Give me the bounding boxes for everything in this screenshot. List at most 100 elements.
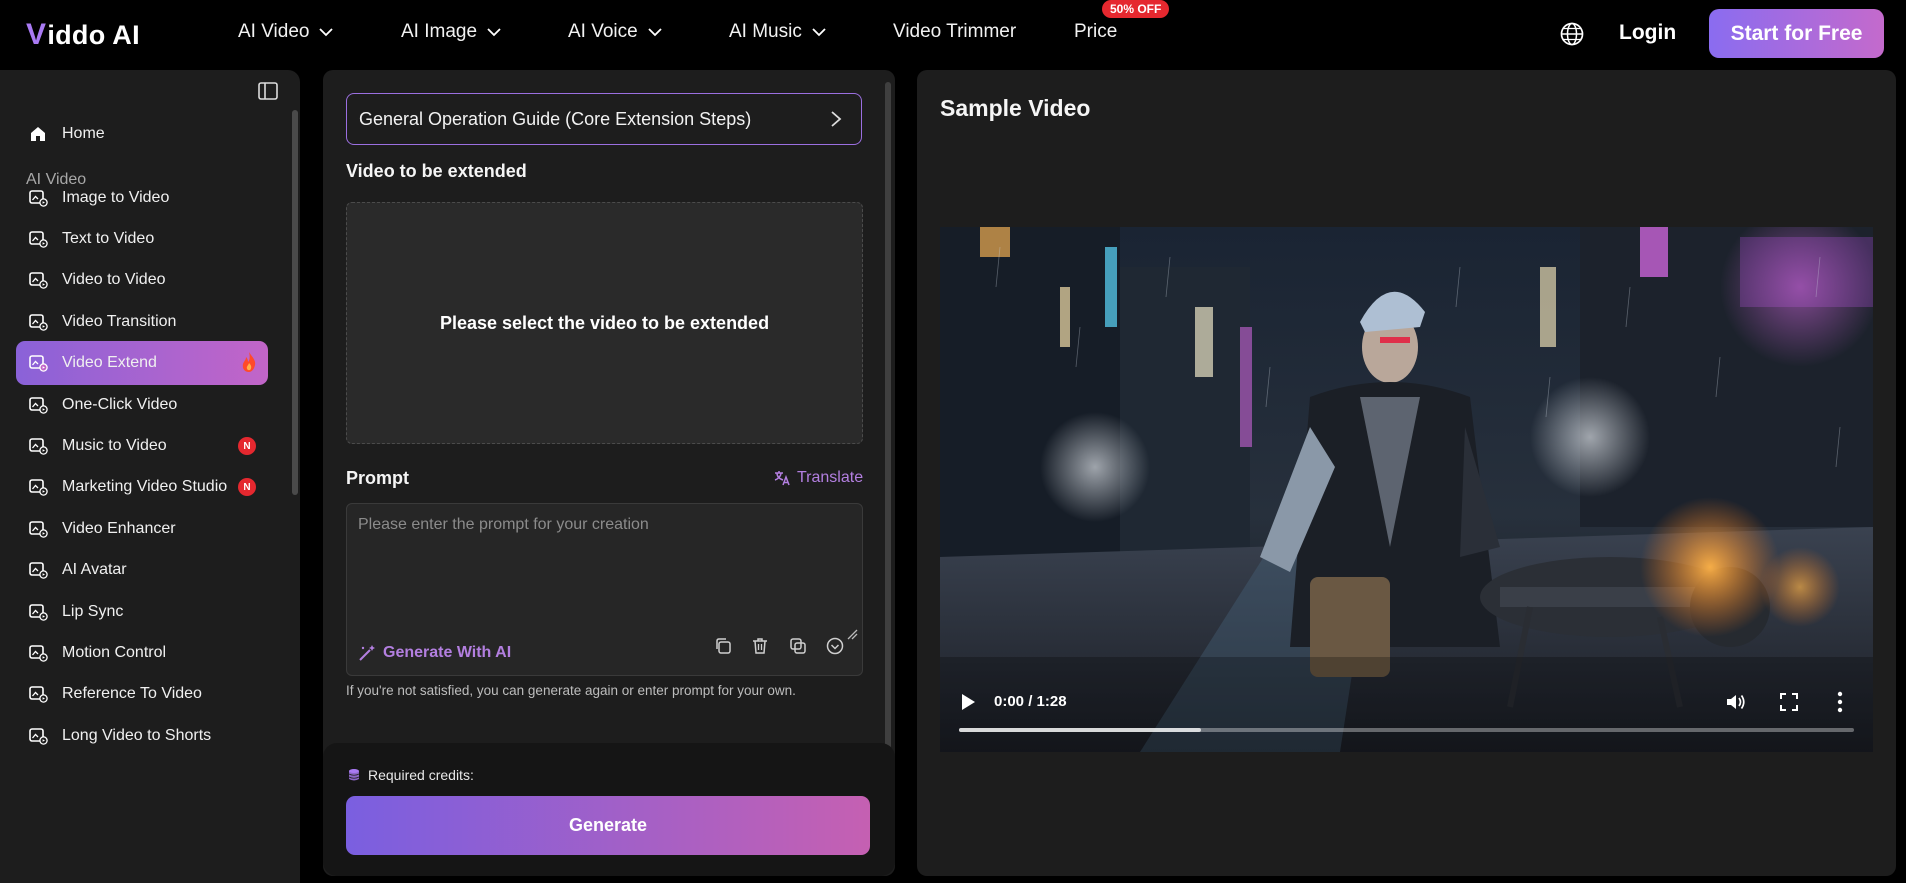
operation-guide-link[interactable]: General Operation Guide (Core Extension … bbox=[346, 93, 862, 145]
nav-ai-voice[interactable]: AI Voice bbox=[568, 21, 664, 43]
image-video-icon bbox=[29, 190, 48, 207]
play-icon[interactable] bbox=[960, 693, 976, 711]
nav-ai-music[interactable]: AI Music bbox=[729, 21, 828, 43]
top-navigation: V iddo AI AI Video AI Image AI Voice AI … bbox=[0, 0, 1906, 68]
upload-prompt: Please select the video to be extended bbox=[439, 312, 770, 333]
nav-ai-image[interactable]: AI Image bbox=[401, 21, 503, 43]
sidebar-item-label: Video Transition bbox=[62, 313, 177, 330]
nav-label: AI Music bbox=[729, 21, 802, 42]
nav-price[interactable]: Price bbox=[1074, 21, 1117, 43]
sidebar-item-label: Music to Video bbox=[62, 437, 167, 454]
nav-video-trimmer[interactable]: Video Trimmer bbox=[893, 21, 1016, 43]
duplicate-icon[interactable] bbox=[788, 636, 808, 656]
video-controls: 0:00 / 1:28 bbox=[940, 673, 1873, 752]
editor-panel: General Operation Guide (Core Extension … bbox=[323, 70, 895, 876]
generate-bar: Required credits: Generate bbox=[323, 743, 895, 876]
preview-panel: Sample Video 0:00 / 1:28 bbox=[917, 70, 1896, 876]
nav-ai-video[interactable]: AI Video bbox=[238, 21, 335, 43]
sidebar-item-label: Long Video to Shorts bbox=[62, 727, 212, 744]
volume-icon[interactable] bbox=[1724, 691, 1746, 713]
one-click-icon bbox=[29, 397, 48, 414]
translate-button[interactable]: Translate bbox=[773, 469, 863, 487]
editor-scrollbar[interactable] bbox=[885, 82, 891, 752]
music-video-icon bbox=[29, 438, 48, 455]
sidebar-item-label: One-Click Video bbox=[62, 396, 178, 413]
sidebar-item-image-to-video[interactable]: Image to Video bbox=[16, 176, 268, 220]
brand-logo[interactable]: V iddo AI bbox=[26, 18, 140, 52]
transition-icon bbox=[29, 314, 48, 331]
sidebar-item-one-click-video[interactable]: One-Click Video bbox=[16, 383, 268, 427]
sidebar-item-video-extend[interactable]: Video Extend bbox=[16, 341, 268, 385]
translate-label: Translate bbox=[797, 469, 864, 486]
sidebar-scrollbar[interactable] bbox=[292, 110, 298, 495]
preview-title: Sample Video bbox=[940, 95, 1091, 121]
magic-wand-icon bbox=[359, 645, 375, 661]
video-progress-bar[interactable] bbox=[959, 728, 1854, 732]
start-for-free-button[interactable]: Start for Free bbox=[1709, 9, 1884, 58]
sidebar-item-label: Video Enhancer bbox=[62, 520, 176, 537]
sidebar-item-label: Reference To Video bbox=[62, 685, 202, 702]
discount-badge: 50% OFF bbox=[1102, 0, 1170, 18]
sidebar: Home AI Video Image to Video Text to Vide… bbox=[0, 70, 300, 883]
sample-video-player[interactable]: 0:00 / 1:28 bbox=[940, 227, 1873, 752]
marketing-icon bbox=[29, 479, 48, 496]
sidebar-item-long-video-to-shorts[interactable]: Long Video to Shorts bbox=[16, 714, 268, 758]
generate-button[interactable]: Generate bbox=[346, 796, 870, 855]
chevron-down-icon bbox=[319, 28, 334, 37]
video-time: 0:00 / 1:28 bbox=[994, 693, 1067, 710]
generate-ai-label: Generate With AI bbox=[383, 644, 512, 661]
sidebar-item-text-to-video[interactable]: Text to Video bbox=[16, 217, 268, 261]
globe-icon[interactable] bbox=[1559, 21, 1585, 47]
sidebar-item-label: Image to Video bbox=[62, 189, 170, 206]
reference-icon bbox=[29, 686, 48, 703]
sidebar-item-marketing-video-studio[interactable]: Marketing Video Studio N bbox=[16, 465, 268, 509]
required-credits: Required credits: bbox=[347, 767, 474, 783]
nav-label: Video Trimmer bbox=[893, 21, 1017, 42]
sidebar-item-reference-to-video[interactable]: Reference To Video bbox=[16, 672, 268, 716]
sidebar-item-music-to-video[interactable]: Music to Video N bbox=[16, 424, 268, 468]
sidebar-item-lip-sync[interactable]: Lip Sync bbox=[16, 590, 268, 634]
text-video-icon bbox=[29, 231, 48, 248]
logo-mark: V bbox=[26, 18, 47, 51]
generate-with-ai-button[interactable]: Generate With AI bbox=[357, 643, 511, 663]
video-upload-area[interactable]: Please select the video to be extended bbox=[346, 202, 863, 444]
sidebar-item-ai-avatar[interactable]: AI Avatar bbox=[16, 548, 268, 592]
chevron-down-icon bbox=[487, 28, 501, 37]
trash-icon[interactable] bbox=[750, 636, 770, 656]
sidebar-item-video-to-video[interactable]: Video to Video bbox=[16, 258, 268, 302]
resize-handle-icon[interactable] bbox=[846, 628, 858, 640]
coins-icon bbox=[348, 769, 360, 781]
guide-label: General Operation Guide (Core Extension … bbox=[359, 108, 752, 129]
sidebar-item-video-transition[interactable]: Video Transition bbox=[16, 300, 268, 344]
more-options-icon[interactable] bbox=[1837, 691, 1843, 713]
sidebar-item-home[interactable]: Home bbox=[16, 112, 268, 156]
sidebar-item-label: Home bbox=[62, 125, 105, 142]
chevron-down-icon bbox=[812, 28, 826, 37]
lip-sync-icon bbox=[29, 604, 48, 621]
login-link[interactable]: Login bbox=[1619, 21, 1676, 45]
enhancer-icon bbox=[29, 521, 48, 538]
avatar-icon bbox=[29, 562, 48, 579]
sidebar-item-label: Text to Video bbox=[62, 230, 155, 247]
sidebar-item-label: AI Avatar bbox=[62, 561, 127, 578]
chevron-down-icon bbox=[648, 28, 662, 37]
nav-label: AI Image bbox=[401, 21, 478, 42]
motion-icon bbox=[29, 645, 48, 662]
nav-label: AI Video bbox=[238, 21, 310, 42]
fire-icon bbox=[242, 352, 256, 372]
sidebar-item-motion-control[interactable]: Motion Control bbox=[16, 631, 268, 675]
prompt-title: Prompt bbox=[346, 468, 409, 488]
logo-text: iddo AI bbox=[47, 19, 140, 50]
nav-label: Price bbox=[1074, 21, 1118, 42]
credits-label: Required credits: bbox=[368, 767, 474, 783]
prompt-input[interactable] bbox=[347, 504, 862, 624]
nav-label: AI Voice bbox=[568, 21, 638, 42]
copy-icon[interactable] bbox=[713, 636, 733, 656]
sidebar-item-video-enhancer[interactable]: Video Enhancer bbox=[16, 507, 268, 551]
sidebar-collapse-icon[interactable] bbox=[258, 82, 278, 100]
expand-options-icon[interactable] bbox=[825, 636, 845, 656]
fullscreen-icon[interactable] bbox=[1779, 692, 1799, 712]
video-section-title: Video to be extended bbox=[346, 161, 527, 181]
sidebar-item-label: Video to Video bbox=[62, 271, 166, 288]
sidebar-item-label: Video Extend bbox=[62, 354, 157, 371]
